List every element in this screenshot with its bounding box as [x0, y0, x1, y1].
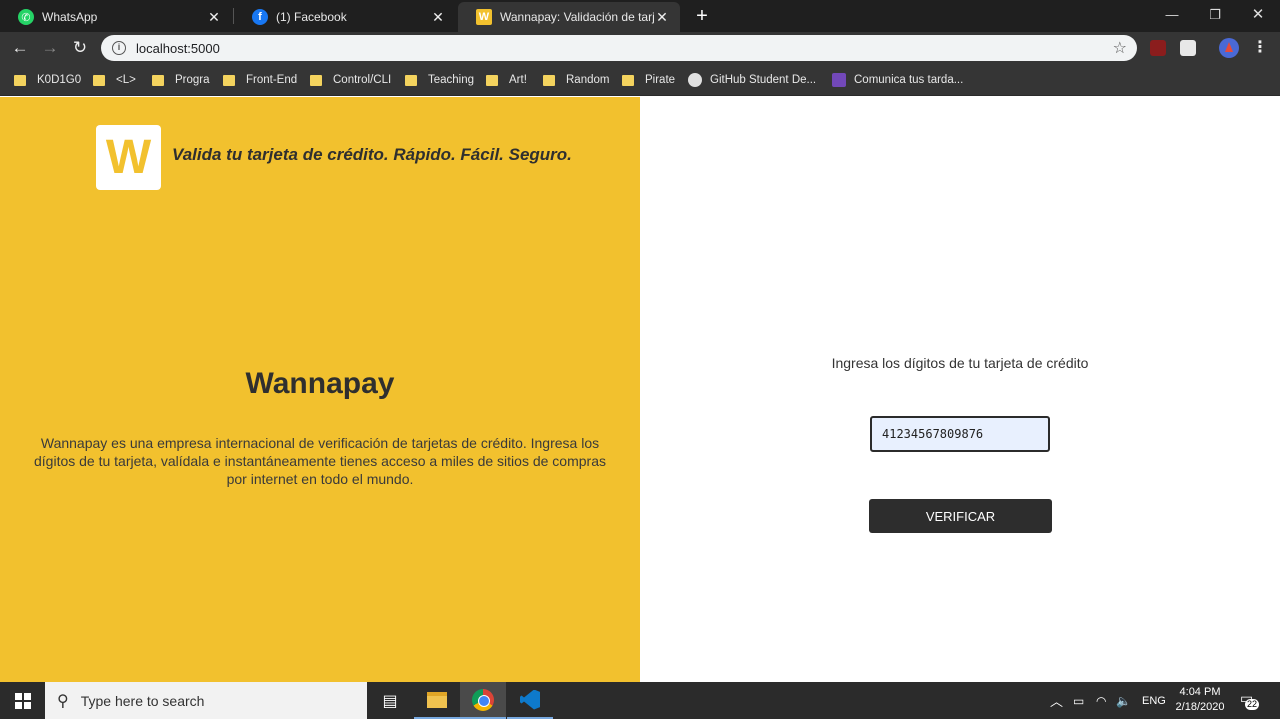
back-button[interactable]: ← [10, 38, 30, 58]
bookmark-folder[interactable]: Front-End [223, 71, 297, 89]
restore-button[interactable]: ❐ [1195, 0, 1235, 30]
taskbar-search[interactable]: ⚲ Type here to search [45, 682, 367, 719]
bookmark-star-icon[interactable]: ☆ [1113, 38, 1127, 58]
brand-title: Wannapay [245, 367, 395, 400]
wannapay-logo: W [96, 125, 161, 190]
bookmark-folder[interactable]: K0D1G0 [14, 71, 81, 89]
menu-icon[interactable]: ⋮ [1252, 38, 1268, 58]
clock-date: 2/18/2020 [1175, 701, 1225, 713]
volume-icon[interactable]: 🔈 [1116, 682, 1131, 719]
bookmark-folder[interactable]: Art! [486, 71, 527, 89]
chrome-icon [472, 688, 494, 711]
notifications-icon[interactable]: ▭ 22 [1240, 690, 1260, 710]
chrome-button[interactable] [460, 682, 506, 719]
folder-icon [427, 691, 447, 708]
profile-avatar[interactable] [1219, 38, 1239, 58]
hero-panel: W Valida tu tarjeta de crédito. Rápido. … [0, 97, 640, 682]
card-number-input[interactable] [870, 416, 1050, 452]
language-indicator[interactable]: ENG [1142, 682, 1166, 719]
new-tab-button[interactable]: + [692, 4, 712, 28]
folder-icon [486, 74, 498, 86]
github-icon [688, 73, 702, 87]
close-icon[interactable]: ✕ [206, 9, 222, 26]
slogan: Valida tu tarjeta de crédito. Rápido. Fá… [172, 145, 572, 164]
facebook-icon: f [252, 9, 268, 25]
tab-wannapay[interactable]: W Wannapay: Validación de tarjetas ✕ [458, 2, 680, 32]
folder-icon [405, 74, 417, 86]
folder-icon [152, 74, 164, 86]
verify-panel: Ingresa los dígitos de tu tarjeta de cré… [640, 97, 1280, 682]
verify-button[interactable]: VERIFICAR [869, 499, 1052, 533]
folder-icon [93, 74, 105, 86]
browser-tab-bar: ✆ WhatsApp ✕ f (1) Facebook ✕ W Wannapay… [0, 0, 1280, 32]
tab-title: Wannapay: Validación de tarjetas [500, 10, 654, 24]
vscode-button[interactable] [507, 682, 553, 719]
bookmark-folder[interactable]: Control/CLI [310, 71, 391, 89]
brand-description: Wannapay es una empresa internacional de… [34, 435, 606, 487]
notification-count: 22 [1245, 699, 1260, 710]
close-window-button[interactable]: ✕ [1238, 0, 1278, 30]
tab-title: (1) Facebook [276, 10, 347, 24]
bookmark-folder[interactable]: Pirate [622, 71, 675, 89]
wannapay-icon: W [476, 9, 492, 25]
url-text: localhost:5000 [136, 40, 220, 56]
start-button[interactable] [0, 682, 45, 719]
address-bar[interactable]: i localhost:5000 ☆ [101, 35, 1137, 61]
search-icon: ⚲ [57, 692, 69, 710]
search-placeholder: Type here to search [80, 692, 205, 709]
pdf-extension-icon[interactable] [1150, 40, 1166, 56]
bookmark-folder[interactable]: Teaching [405, 71, 474, 89]
bookmark-folder[interactable]: <L> [93, 71, 136, 89]
bookmarks-bar: K0D1G0 <L> Progra Front-End Control/CLI … [0, 64, 1280, 96]
folder-icon [14, 74, 26, 86]
tab-facebook[interactable]: f (1) Facebook ✕ [234, 2, 456, 32]
card-prompt: Ingresa los dígitos de tu tarjeta de cré… [831, 355, 1089, 371]
forward-button[interactable]: → [40, 38, 60, 58]
close-icon[interactable]: ✕ [430, 9, 446, 26]
battery-icon[interactable]: ▭ [1073, 682, 1084, 719]
windows-taskbar: ⚲ Type here to search ▤ ︿ ▭ ◠ 🔈 ENG 4:04… [0, 682, 1280, 719]
minimize-button[interactable]: — [1152, 0, 1192, 30]
tab-whatsapp[interactable]: ✆ WhatsApp ✕ [0, 2, 232, 32]
reload-button[interactable]: ↻ [70, 38, 90, 58]
folder-icon [223, 74, 235, 86]
clock[interactable]: 4:04 PM 2/18/2020 [1166, 685, 1234, 715]
folder-icon [622, 74, 634, 86]
bookmark-folder[interactable]: Progra [152, 71, 210, 89]
info-icon[interactable]: i [112, 41, 126, 55]
bookmark-link[interactable]: Comunica tus tarda... [832, 71, 963, 89]
whatsapp-icon: ✆ [18, 9, 34, 25]
tab-title: WhatsApp [42, 10, 98, 24]
windows-icon [14, 692, 31, 709]
wifi-icon[interactable]: ◠ [1096, 682, 1106, 719]
clock-time: 4:04 PM [1179, 686, 1221, 698]
tray-overflow-icon[interactable]: ︿ [1050, 682, 1063, 719]
browser-toolbar: ← → ↻ i localhost:5000 ☆ ⋮ [0, 32, 1280, 64]
folder-icon [543, 74, 555, 86]
file-explorer-button[interactable] [414, 682, 460, 719]
close-icon[interactable]: ✕ [654, 9, 670, 26]
folder-icon [310, 74, 322, 86]
vscode-icon [520, 689, 540, 710]
forms-icon [832, 73, 846, 87]
task-view-icon[interactable]: ▤ [367, 682, 413, 719]
bookmark-link[interactable]: GitHub Student De... [688, 71, 816, 89]
bookmark-folder[interactable]: Random [543, 71, 609, 89]
notes-extension-icon[interactable] [1180, 40, 1196, 56]
